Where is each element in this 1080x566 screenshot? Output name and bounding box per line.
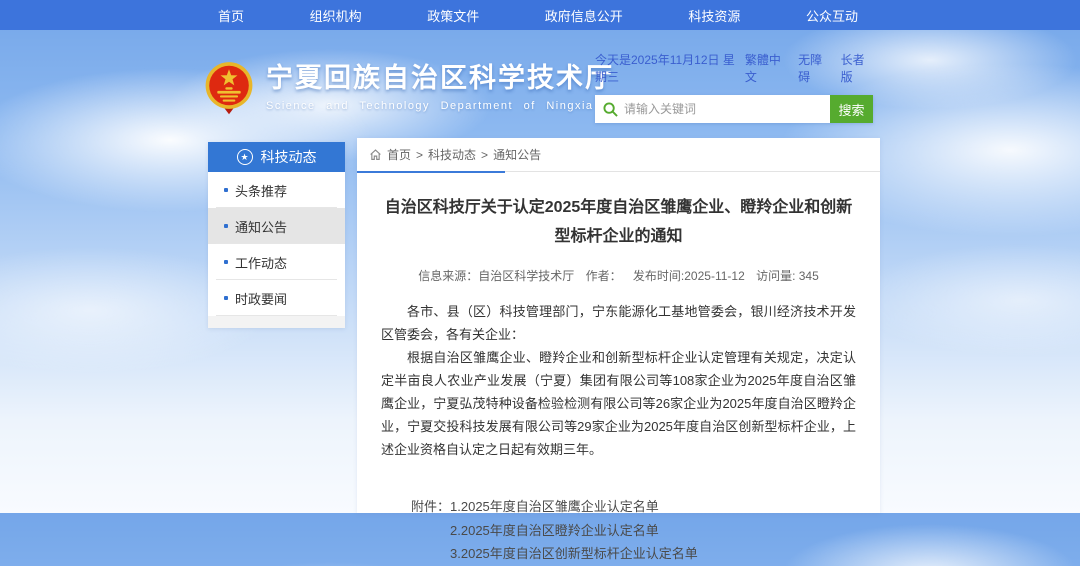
link-accessibility[interactable]: 无障碍 xyxy=(798,51,830,85)
link-elderly-version[interactable]: 长者版 xyxy=(841,51,873,85)
national-emblem-logo xyxy=(202,60,256,120)
today-date-text: 今天是2025年11月12日 星期三 xyxy=(595,51,745,85)
sidebar-item-label: 头条推荐 xyxy=(235,181,287,200)
attachment-link-benchmark-list[interactable]: 3.2025年度自治区创新型标杆企业认定名单 xyxy=(450,542,698,565)
breadcrumb-notices[interactable]: 通知公告 xyxy=(493,146,541,163)
bullet-icon xyxy=(224,260,228,264)
nav-item-gov-info[interactable]: 政府信息公开 xyxy=(545,6,623,25)
site-title: 宁夏回族自治区科学技术厅 xyxy=(266,62,614,94)
link-traditional-chinese[interactable]: 繁體中文 xyxy=(745,51,788,85)
sidebar-item-label: 通知公告 xyxy=(235,217,287,236)
nav-item-sci-resources[interactable]: 科技资源 xyxy=(688,6,740,25)
sidebar-title: 科技动态 xyxy=(261,147,317,167)
sidebar-header: ★ 科技动态 xyxy=(208,142,345,172)
site-subtitle: Science and Technology Department of Nin… xyxy=(266,100,614,112)
article-body: 各市、县（区）科技管理部门，宁东能源化工基地管委会，银川经济技术开发区管委会，各… xyxy=(381,300,856,462)
search-box xyxy=(595,95,830,123)
search-icon xyxy=(603,102,618,117)
breadcrumb-home[interactable]: 首页 xyxy=(387,146,411,163)
meta-views: 访问量: 345 xyxy=(756,269,819,283)
article-meta: 信息来源：自治区科学技术厅 作者： 发布时间:2025-11-12 访问量: 3… xyxy=(381,267,856,284)
nav-item-home[interactable]: 首页 xyxy=(218,6,244,25)
main-content-panel: 首页 > 科技动态 > 通知公告 自治区科技厅关于认定2025年度自治区雏鹰企业… xyxy=(357,138,880,513)
sidebar-item-notices[interactable]: 通知公告 xyxy=(208,208,345,244)
nav-item-policy[interactable]: 政策文件 xyxy=(427,6,479,25)
article-paragraph: 各市、县（区）科技管理部门，宁东能源化工基地管委会，银川经济技术开发区管委会，各… xyxy=(381,300,856,346)
star-circle-icon: ★ xyxy=(237,149,253,165)
sidebar-item-politics-news[interactable]: 时政要闻 xyxy=(208,280,345,316)
header-utilities: 今天是2025年11月12日 星期三 繁體中文 无障碍 长者版 搜索 xyxy=(595,51,873,123)
article: 自治区科技厅关于认定2025年度自治区雏鹰企业、瞪羚企业和创新型标杆企业的通知 … xyxy=(357,172,880,566)
breadcrumb-accent-line xyxy=(357,171,505,173)
meta-author: 作者： xyxy=(586,269,622,283)
site-brand: 宁夏回族自治区科学技术厅 Science and Technology Depa… xyxy=(202,60,614,120)
attachment-link-eagle-list[interactable]: 1.2025年度自治区雏鹰企业认定名单 xyxy=(450,495,698,518)
article-paragraph: 根据自治区雏鹰企业、瞪羚企业和创新型标杆企业认定管理有关规定，决定认定半亩良人农… xyxy=(381,346,856,462)
home-icon xyxy=(369,148,382,161)
top-navigation: 首页 组织机构 政策文件 政府信息公开 科技资源 公众互动 xyxy=(0,0,1080,30)
bullet-icon xyxy=(224,296,228,300)
attachment-link-gazelle-list[interactable]: 2.2025年度自治区瞪羚企业认定名单 xyxy=(450,519,698,542)
nav-item-public-interaction[interactable]: 公众互动 xyxy=(806,6,858,25)
attachments-label: 附件： xyxy=(411,495,450,565)
sidebar-item-label: 时政要闻 xyxy=(235,289,287,308)
sidebar-item-label: 工作动态 xyxy=(235,253,287,272)
bullet-icon xyxy=(224,224,228,228)
sidebar-item-work-news[interactable]: 工作动态 xyxy=(208,244,345,280)
breadcrumb-separator: > xyxy=(416,148,423,162)
breadcrumb: 首页 > 科技动态 > 通知公告 xyxy=(357,138,880,172)
sidebar-footer-strip xyxy=(208,316,345,328)
meta-publish-date: 发布时间:2025-11-12 xyxy=(633,269,745,283)
meta-source: 信息来源：自治区科学技术厅 xyxy=(418,269,574,283)
sidebar-sci-tech-news: ★ 科技动态 头条推荐 通知公告 工作动态 时政要闻 xyxy=(208,142,345,328)
bullet-icon xyxy=(224,188,228,192)
search-button[interactable]: 搜索 xyxy=(830,95,873,123)
breadcrumb-sci-tech-news[interactable]: 科技动态 xyxy=(428,146,476,163)
article-title: 自治区科技厅关于认定2025年度自治区雏鹰企业、瞪羚企业和创新型标杆企业的通知 xyxy=(381,194,856,252)
search-input[interactable] xyxy=(624,102,822,116)
attachments-block: 附件： 1.2025年度自治区雏鹰企业认定名单 2.2025年度自治区瞪羚企业认… xyxy=(411,495,856,565)
nav-item-organization[interactable]: 组织机构 xyxy=(310,6,362,25)
breadcrumb-separator: > xyxy=(481,148,488,162)
sidebar-item-headlines[interactable]: 头条推荐 xyxy=(208,172,345,208)
